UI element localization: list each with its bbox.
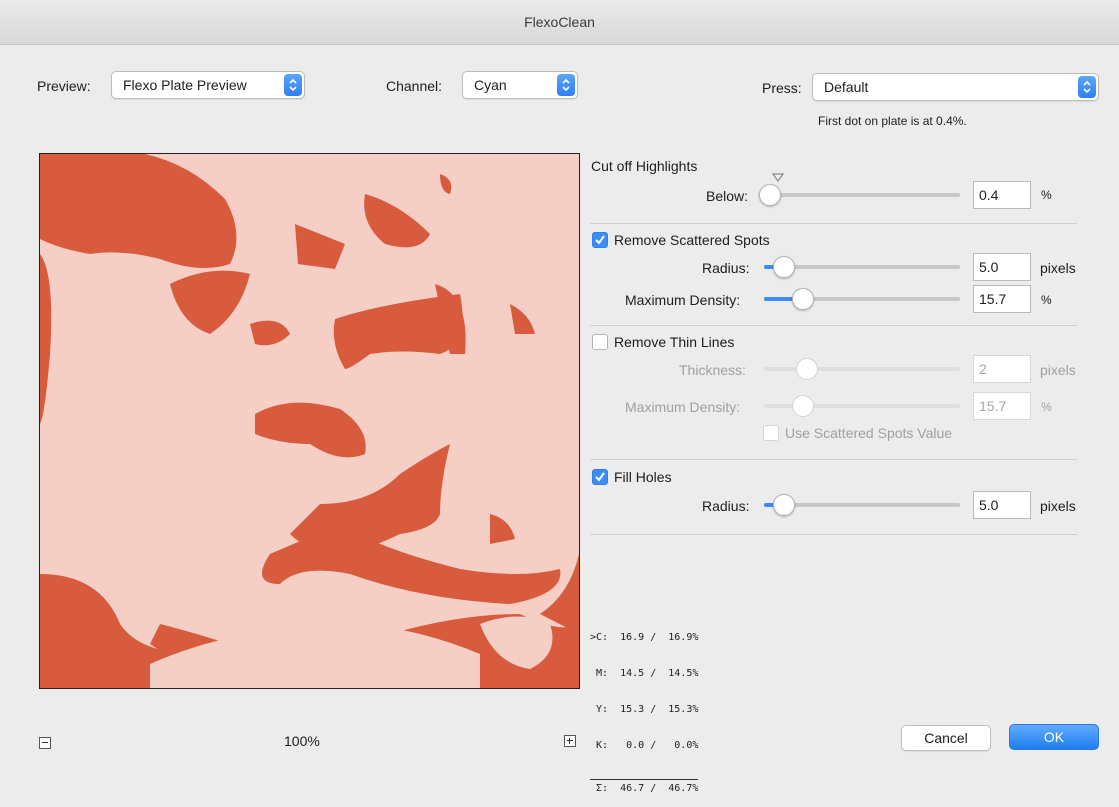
thin-lines-density-slider[interactable] [764,395,960,417]
scattered-radius-unit: pixels [1040,260,1076,276]
fill-holes-checkbox[interactable] [592,469,608,485]
readout-k: K: 0.0 / 0.0% [590,740,699,751]
scattered-density-unit: % [1041,293,1052,307]
thin-lines-checkbox[interactable] [592,334,608,350]
thin-lines-density-unit: % [1041,400,1052,414]
zoom-out-icon[interactable] [39,737,51,749]
preview-popup-value: Flexo Plate Preview [123,77,247,93]
thin-lines-thickness-slider[interactable] [764,358,960,380]
fill-holes-radius-label: Radius: [702,498,750,514]
plate-preview-drawing [40,154,579,688]
scattered-density-field[interactable]: 15.7 [973,285,1031,313]
channel-popup-value: Cyan [474,77,507,93]
scattered-label: Remove Scattered Spots [614,232,770,248]
cancel-button[interactable]: Cancel [901,725,991,751]
slider-knob[interactable] [796,358,818,380]
scattered-radius-label: Radius: [702,260,750,276]
chevron-updown-icon [557,74,575,96]
window-title: FlexoClean [0,0,1119,45]
scattered-radius-field[interactable]: 5.0 [973,253,1031,281]
readout-m: M: 14.5 / 14.5% [590,668,699,679]
readout-sum: Σ: 46.7 / 46.7% [590,779,699,795]
thin-lines-label: Remove Thin Lines [614,334,735,350]
use-scattered-label: Use Scattered Spots Value [785,425,953,441]
press-label: Press: [762,80,802,96]
zoom-in-icon[interactable] [564,735,576,747]
fill-holes-radius-field[interactable]: 5.0 [973,491,1031,519]
chevron-updown-icon [1078,76,1096,98]
press-popup-value: Default [824,79,869,95]
preview-popup[interactable]: Flexo Plate Preview [111,71,305,99]
scattered-density-slider[interactable] [764,288,960,310]
press-note: First dot on plate is at 0.4%. [818,114,967,128]
slider-knob[interactable] [792,395,814,417]
fill-holes-radius-slider[interactable] [764,494,960,516]
highlights-below-field[interactable]: 0.4 [973,181,1031,209]
chevron-updown-icon [284,74,302,96]
density-readout: >C: 16.9 / 16.9% M: 14.5 / 14.5% Y: 15.3… [590,608,699,807]
press-popup[interactable]: Default [812,73,1099,101]
fill-holes-label: Fill Holes [614,469,672,485]
scattered-density-label: Maximum Density: [625,292,741,308]
readout-c: >C: 16.9 / 16.9% [590,632,699,643]
ok-button[interactable]: OK [1009,724,1099,750]
slider-knob[interactable] [773,494,795,516]
slider-track [764,367,960,371]
thin-lines-density-field[interactable]: 15.7 [973,392,1031,420]
highlights-below-label: Below: [706,188,749,204]
fill-holes-radius-unit: pixels [1040,498,1076,514]
highlights-below-slider[interactable] [759,184,960,206]
zoom-level: 100% [284,733,320,749]
checkmark-icon [595,235,605,245]
marker-triangle-icon [772,173,784,182]
preview-label: Preview: [37,78,91,94]
highlights-below-unit: % [1041,188,1052,202]
slider-track [764,193,960,197]
thin-lines-thickness-unit: pixels [1040,362,1076,378]
checkmark-icon [595,472,605,482]
highlights-title: Cut off Highlights [591,158,698,174]
readout-y: Y: 15.3 / 15.3% [590,704,699,715]
divider [590,534,1077,535]
plate-preview-image[interactable] [39,153,580,689]
slider-knob[interactable] [773,256,795,278]
scattered-radius-slider[interactable] [764,256,960,278]
thin-lines-thickness-field[interactable]: 2 [973,355,1031,383]
divider [590,223,1077,224]
divider [590,325,1077,326]
use-scattered-checkbox[interactable] [763,425,779,441]
channel-popup[interactable]: Cyan [462,71,578,99]
thin-lines-thickness-label: Thickness: [679,362,746,378]
slider-knob[interactable] [792,288,814,310]
thin-lines-density-label: Maximum Density: [625,399,741,415]
scattered-checkbox[interactable] [592,232,608,248]
slider-knob[interactable] [759,184,781,206]
channel-label: Channel: [386,78,443,94]
divider [590,459,1077,460]
